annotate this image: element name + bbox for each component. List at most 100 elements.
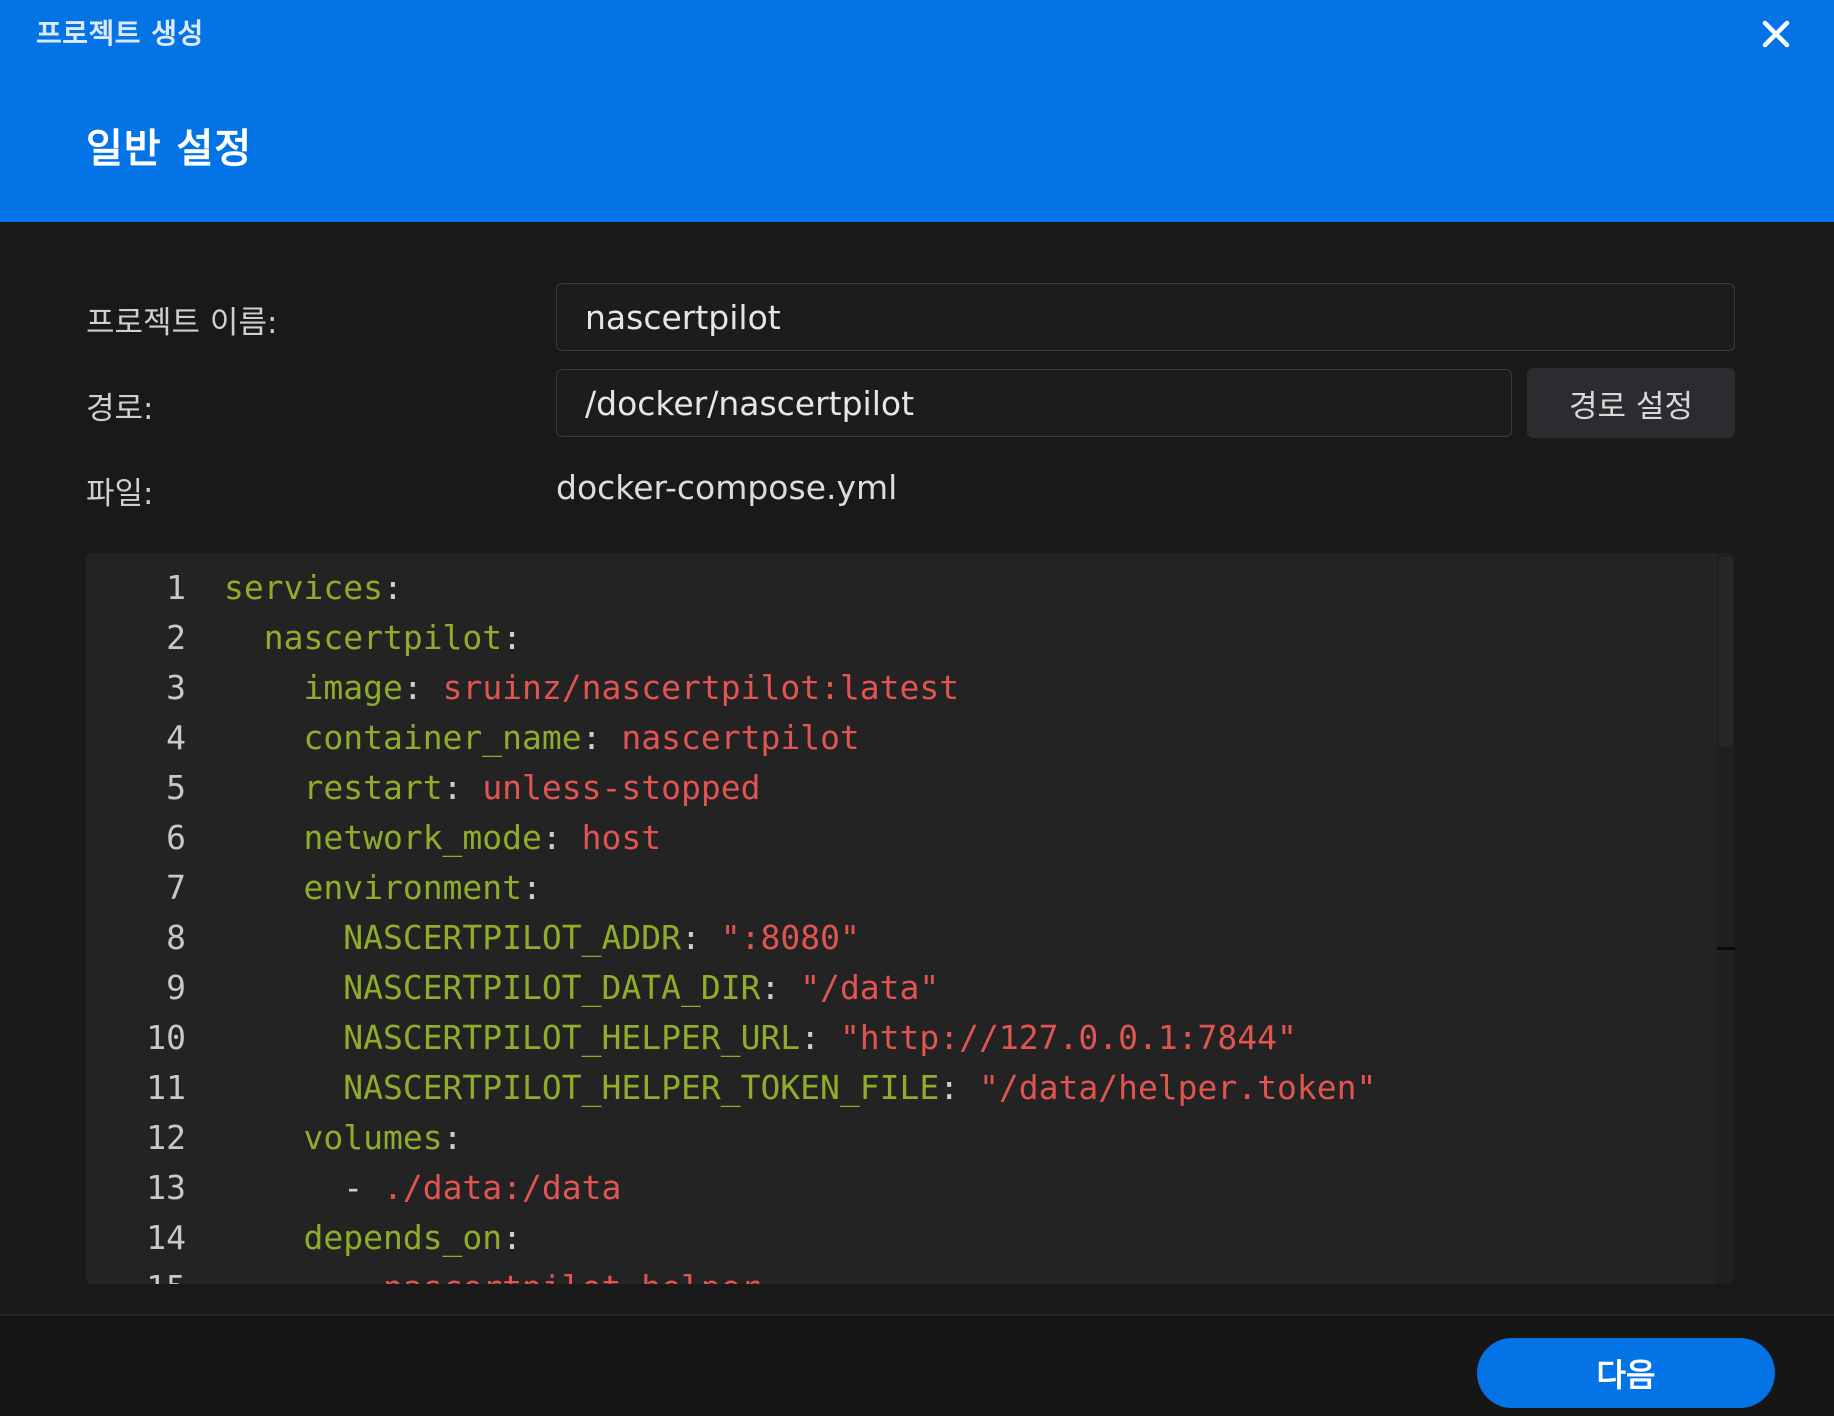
- yaml-value: "http://127.0.0.1:7844": [839, 1018, 1297, 1057]
- line-number: 5: [166, 768, 186, 807]
- dialog-header: 프로젝트 생성 일반 설정: [0, 0, 1834, 222]
- yaml-key: depends_on: [303, 1218, 503, 1257]
- line-number: 11: [146, 1068, 186, 1107]
- yaml-key: container_name: [303, 718, 582, 757]
- yaml-separator: :: [522, 868, 542, 907]
- code-line[interactable]: 5 restart: unless-stopped: [86, 763, 1716, 813]
- code-text: container_name: nascertpilot: [224, 713, 859, 763]
- code-line[interactable]: 13 - ./data:/data: [86, 1163, 1716, 1213]
- code-text: volumes:: [224, 1113, 462, 1163]
- line-number: 3: [166, 668, 186, 707]
- yaml-separator: :: [382, 568, 403, 607]
- code-text: network_mode: host: [224, 813, 661, 863]
- yaml-key: NASCERTPILOT_HELPER_TOKEN_FILE: [343, 1068, 940, 1107]
- code-text: nascertpilot:: [224, 613, 522, 663]
- section-title: 일반 설정: [86, 126, 253, 172]
- code-text: - nascertpilot-helper: [224, 1263, 760, 1284]
- yaml-separator: :: [680, 918, 721, 957]
- yaml-key: NASCERTPILOT_ADDR: [343, 918, 681, 957]
- line-number: 14: [146, 1218, 186, 1257]
- yaml-value: "/data": [800, 968, 940, 1007]
- code-line[interactable]: 6 network_mode: host: [86, 813, 1716, 863]
- scrollbar-thumb[interactable]: [1719, 557, 1733, 747]
- line-number: 15: [86, 1263, 186, 1284]
- yaml-value: nascertpilot-helper: [383, 1268, 761, 1284]
- code-text: restart: unless-stopped: [224, 763, 760, 813]
- line-number: 13: [146, 1168, 186, 1207]
- yaml-key: volumes: [303, 1118, 443, 1157]
- code-editor[interactable]: 15 - nascertpilot-helper14 depends_on:13…: [86, 553, 1735, 1284]
- path-label: 경로:: [86, 391, 154, 427]
- code-line[interactable]: 1 services:: [86, 563, 1716, 613]
- yaml-value: unless-stopped: [482, 768, 761, 807]
- yaml-separator: :: [502, 618, 523, 657]
- scrollbar-marker: [1717, 947, 1735, 950]
- code-line[interactable]: 9 NASCERTPILOT_DATA_DIR: "/data": [86, 963, 1716, 1013]
- next-button[interactable]: 다음: [1477, 1338, 1775, 1408]
- path-input[interactable]: [556, 369, 1512, 437]
- line-number: 4: [166, 718, 186, 757]
- line-number: 7: [166, 868, 186, 907]
- code-text: depends_on:: [224, 1213, 522, 1263]
- yaml-separator: :: [402, 668, 443, 707]
- code-line[interactable]: 11 NASCERTPILOT_HELPER_TOKEN_FILE: "/dat…: [86, 1063, 1716, 1113]
- yaml-separator: :: [502, 1218, 523, 1257]
- yaml-key: environment: [303, 868, 523, 907]
- yaml-key: services: [224, 568, 383, 607]
- code-line[interactable]: 8 NASCERTPILOT_ADDR: ":8080": [86, 913, 1716, 963]
- line-number: 6: [166, 818, 186, 857]
- project-name-input[interactable]: [556, 283, 1735, 351]
- yaml-value: sruinz/nascertpilot:latest: [442, 668, 960, 707]
- code-line[interactable]: 14 depends_on:: [86, 1213, 1716, 1263]
- file-label: 파일:: [86, 476, 154, 512]
- code-text: NASCERTPILOT_HELPER_TOKEN_FILE: "/data/h…: [224, 1063, 1376, 1113]
- code-text: - ./data:/data: [224, 1163, 621, 1213]
- line-number: 2: [166, 618, 186, 657]
- code-line[interactable]: 12 volumes:: [86, 1113, 1716, 1163]
- yaml-separator: :: [541, 818, 582, 857]
- code-line[interactable]: 3 image: sruinz/nascertpilot:latest: [86, 663, 1716, 713]
- line-number: 1: [166, 568, 186, 607]
- code-text: services:: [224, 563, 403, 613]
- code-line[interactable]: 7 environment:: [86, 863, 1716, 913]
- window-title: 프로젝트 생성: [36, 17, 204, 50]
- line-number: 10: [146, 1018, 186, 1057]
- close-icon[interactable]: [1756, 14, 1796, 54]
- yaml-key: NASCERTPILOT_DATA_DIR: [343, 968, 761, 1007]
- yaml-separator: :: [581, 718, 622, 757]
- code-text: NASCERTPILOT_ADDR: ":8080": [224, 913, 860, 963]
- yaml-value: host: [581, 818, 662, 857]
- code-line[interactable]: 2 nascertpilot:: [86, 613, 1716, 663]
- yaml-separator: :: [442, 768, 483, 807]
- editor-scrollbar[interactable]: [1717, 553, 1735, 1284]
- yaml-separator: :: [760, 968, 801, 1007]
- yaml-separator: :: [939, 1068, 979, 1107]
- yaml-key: network_mode: [303, 818, 542, 857]
- code-line[interactable]: 4 container_name: nascertpilot: [86, 713, 1716, 763]
- set-path-button[interactable]: 경로 설정: [1527, 368, 1735, 438]
- line-number: 12: [146, 1118, 186, 1157]
- yaml-separator: :: [800, 1018, 840, 1057]
- line-number: 8: [166, 918, 186, 957]
- yaml-separator: -: [343, 1168, 383, 1207]
- project-name-label: 프로젝트 이름:: [86, 305, 278, 341]
- code-text: image: sruinz/nascertpilot:latest: [224, 663, 959, 713]
- yaml-key: image: [303, 668, 403, 707]
- code-line[interactable]: 10 NASCERTPILOT_HELPER_URL: "http://127.…: [86, 1013, 1716, 1063]
- code-line[interactable]: 15 - nascertpilot-helper: [86, 1263, 1716, 1284]
- line-number: 9: [166, 968, 186, 1007]
- file-name: docker-compose.yml: [556, 468, 898, 507]
